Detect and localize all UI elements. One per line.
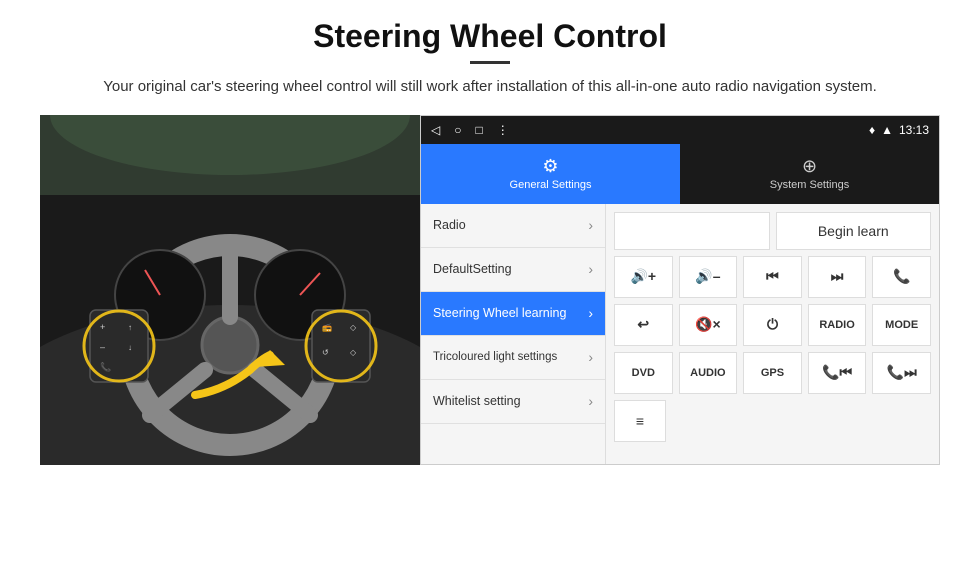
time-display: 13:13 (899, 123, 929, 137)
next-track-button[interactable]: ⏭ (808, 256, 867, 298)
status-bar-nav: ◁ ○ □ ⋮ (431, 123, 509, 137)
svg-text:↺: ↺ (322, 348, 329, 357)
begin-learn-button[interactable]: Begin learn (776, 212, 932, 250)
mode-button[interactable]: MODE (872, 304, 931, 346)
audio-button[interactable]: AUDIO (679, 352, 738, 394)
page-title: Steering Wheel Control (40, 18, 940, 55)
gear-icon: ⚙ (542, 156, 558, 177)
title-divider (470, 61, 510, 64)
menu-item-radio[interactable]: Radio › (421, 204, 605, 248)
location-icon: ♦ (869, 123, 875, 137)
menu-item-tricoloured-label: Tricoloured light settings (433, 351, 557, 363)
menu-arrow-tricoloured: › (588, 349, 593, 365)
empty-placeholder (614, 212, 770, 250)
home-button[interactable]: ○ (454, 123, 461, 137)
call-prev-button[interactable]: 📞⏮ (808, 352, 867, 394)
android-ui: ◁ ○ □ ⋮ ♦ ▲ 13:13 ⚙ General Settings (420, 115, 940, 465)
main-content: + ↑ – ↓ 📞 📻 ◇ ↺ ◇ (40, 115, 940, 465)
svg-text:↑: ↑ (128, 323, 132, 332)
svg-text:↓: ↓ (128, 343, 132, 352)
menu-button[interactable]: ⋮ (497, 123, 509, 137)
tab-general-settings[interactable]: ⚙ General Settings (421, 144, 680, 204)
control-row-4: DVD AUDIO GPS 📞⏮ 📞⏭ (614, 352, 931, 394)
radio-button[interactable]: RADIO (808, 304, 867, 346)
car-image: + ↑ – ↓ 📞 📻 ◇ ↺ ◇ (40, 115, 420, 465)
control-row-2: 🔊+ 🔊– ⏮ ⏭ 📞 (614, 256, 931, 298)
svg-text:📞: 📞 (100, 361, 112, 372)
back-button[interactable]: ◁ (431, 123, 440, 137)
control-row-5: ≡ (614, 400, 931, 442)
nav-tabs: ⚙ General Settings ⊕ System Settings (421, 144, 939, 204)
recents-button[interactable]: □ (475, 123, 482, 137)
menu-arrow-whitelist: › (588, 393, 593, 409)
status-bar-info: ♦ ▲ 13:13 (869, 123, 929, 137)
menu-arrow-steering: › (588, 305, 593, 321)
svg-text:📻: 📻 (322, 323, 332, 332)
menu-item-whitelist[interactable]: Whitelist setting › (421, 380, 605, 424)
prev-track-button[interactable]: ⏮ (743, 256, 802, 298)
right-panel: Begin learn 🔊+ 🔊– ⏮ ⏭ 📞 ↩ 🔇× ⏻ (606, 204, 939, 464)
svg-text:◇: ◇ (350, 323, 357, 332)
power-button[interactable]: ⏻ (743, 304, 802, 346)
menu-item-radio-label: Radio (433, 218, 466, 232)
control-row-3: ↩ 🔇× ⏻ RADIO MODE (614, 304, 931, 346)
mute-button[interactable]: 🔇× (679, 304, 738, 346)
svg-text:◇: ◇ (350, 348, 357, 357)
list-button[interactable]: ≡ (614, 400, 666, 442)
menu-item-steering-label: Steering Wheel learning (433, 306, 566, 320)
tab-system-label: System Settings (770, 179, 849, 191)
gps-button[interactable]: GPS (743, 352, 802, 394)
menu-item-defaultsetting-label: DefaultSetting (433, 262, 512, 276)
content-area: Radio › DefaultSetting › Steering Wheel … (421, 204, 939, 464)
menu-arrow-default: › (588, 261, 593, 277)
dvd-button[interactable]: DVD (614, 352, 673, 394)
wifi-icon: ▲ (881, 123, 893, 137)
menu-item-defaultsetting[interactable]: DefaultSetting › (421, 248, 605, 292)
status-bar: ◁ ○ □ ⋮ ♦ ▲ 13:13 (421, 116, 939, 144)
hangup-button[interactable]: ↩ (614, 304, 673, 346)
call-button[interactable]: 📞 (872, 256, 931, 298)
menu-item-tricoloured[interactable]: Tricoloured light settings › (421, 336, 605, 380)
control-row-1: Begin learn (614, 212, 931, 250)
menu-item-whitelist-label: Whitelist setting (433, 394, 521, 408)
tab-general-label: General Settings (510, 179, 592, 191)
vol-down-button[interactable]: 🔊– (679, 256, 738, 298)
left-menu: Radio › DefaultSetting › Steering Wheel … (421, 204, 606, 464)
vol-up-button[interactable]: 🔊+ (614, 256, 673, 298)
page-subtitle: Your original car's steering wheel contr… (40, 76, 940, 99)
tab-system-settings[interactable]: ⊕ System Settings (680, 144, 939, 204)
call-next-button[interactable]: 📞⏭ (872, 352, 931, 394)
system-icon: ⊕ (802, 156, 817, 177)
svg-text:–: – (100, 342, 105, 352)
svg-text:+: + (100, 322, 105, 332)
menu-arrow-radio: › (588, 217, 593, 233)
menu-item-steering[interactable]: Steering Wheel learning › (421, 292, 605, 336)
